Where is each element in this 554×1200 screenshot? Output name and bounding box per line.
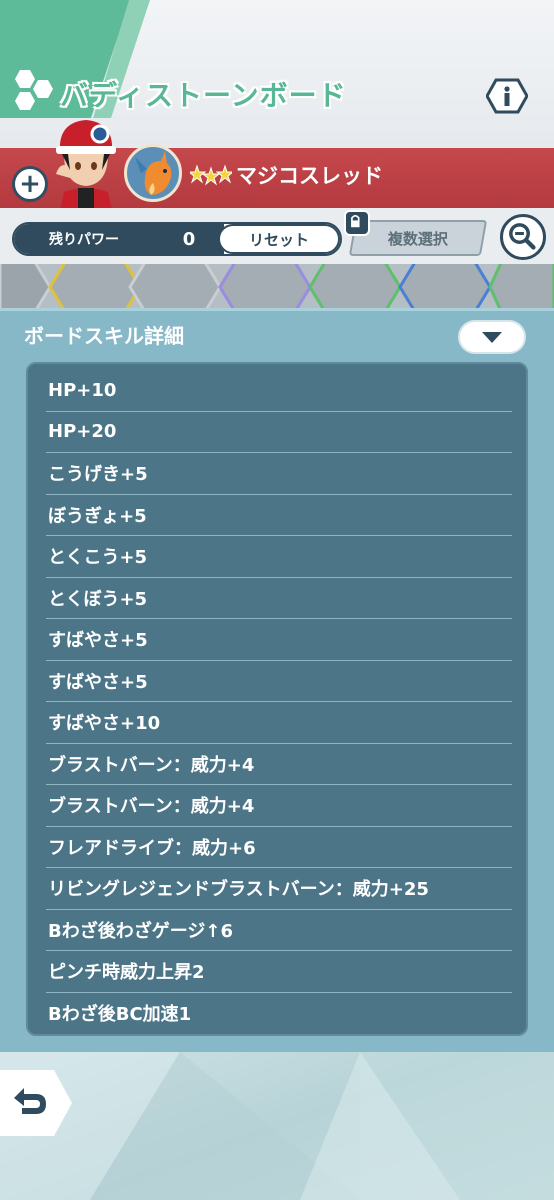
trainer-portrait <box>56 120 116 210</box>
chevron-down-icon <box>482 331 502 343</box>
list-item: とくぼう+5 <box>46 578 512 619</box>
board-hex-strip <box>0 264 554 310</box>
list-item: ブラストバーン：威力+4 <box>46 744 512 785</box>
remaining-power-label: 残りパワー <box>14 224 154 254</box>
remaining-power-value: 0 <box>154 224 224 254</box>
background-pattern <box>0 1052 554 1200</box>
list-item: HP+20 <box>46 412 512 453</box>
reset-button[interactable]: リセット <box>218 224 340 254</box>
list-item: すばやさ+10 <box>46 702 512 744</box>
multi-select-label: 複数選択 <box>387 229 448 248</box>
star-rating-icon <box>190 164 232 186</box>
list-item: ブラストバーン：威力+4 <box>46 785 512 827</box>
panel-title: ボードスキル詳細 <box>24 324 184 348</box>
list-item: リビングレジェンドブラストバーン：威力+25 <box>46 868 512 910</box>
list-item: すばやさ+5 <box>46 661 512 702</box>
list-item: とくこう+5 <box>46 536 512 578</box>
skill-list: HP+10 HP+20 こうげき+5 ぼうぎょ+5 とくこう+5 とくぼう+5 … <box>26 362 528 1036</box>
list-item: ぼうぎょ+5 <box>46 495 512 536</box>
list-item: Bわざ後わざゲージ↑6 <box>46 910 512 951</box>
list-item: ピンチ時威力上昇2 <box>46 951 512 993</box>
bottom-background <box>0 1052 554 1200</box>
lock-icon <box>344 210 370 236</box>
list-item: フレアドライブ：威力+6 <box>46 827 512 868</box>
zoom-out-icon[interactable] <box>500 214 546 260</box>
sync-pair-name: マジコスレッド <box>236 164 383 188</box>
page-title: バディストーンボード <box>60 79 347 112</box>
list-item: Bわざ後BC加速1 <box>48 1004 192 1026</box>
list-item: こうげき+5 <box>46 453 512 495</box>
collapse-toggle-button[interactable] <box>458 320 526 354</box>
hexagon-logo-icon <box>15 70 53 110</box>
charizard-icon <box>135 151 172 195</box>
list-item: すばやさ+5 <box>46 619 512 661</box>
info-icon[interactable] <box>486 78 528 114</box>
list-item: HP+10 <box>46 370 512 412</box>
pokemon-portrait <box>124 144 182 202</box>
add-button[interactable]: + <box>12 166 48 202</box>
